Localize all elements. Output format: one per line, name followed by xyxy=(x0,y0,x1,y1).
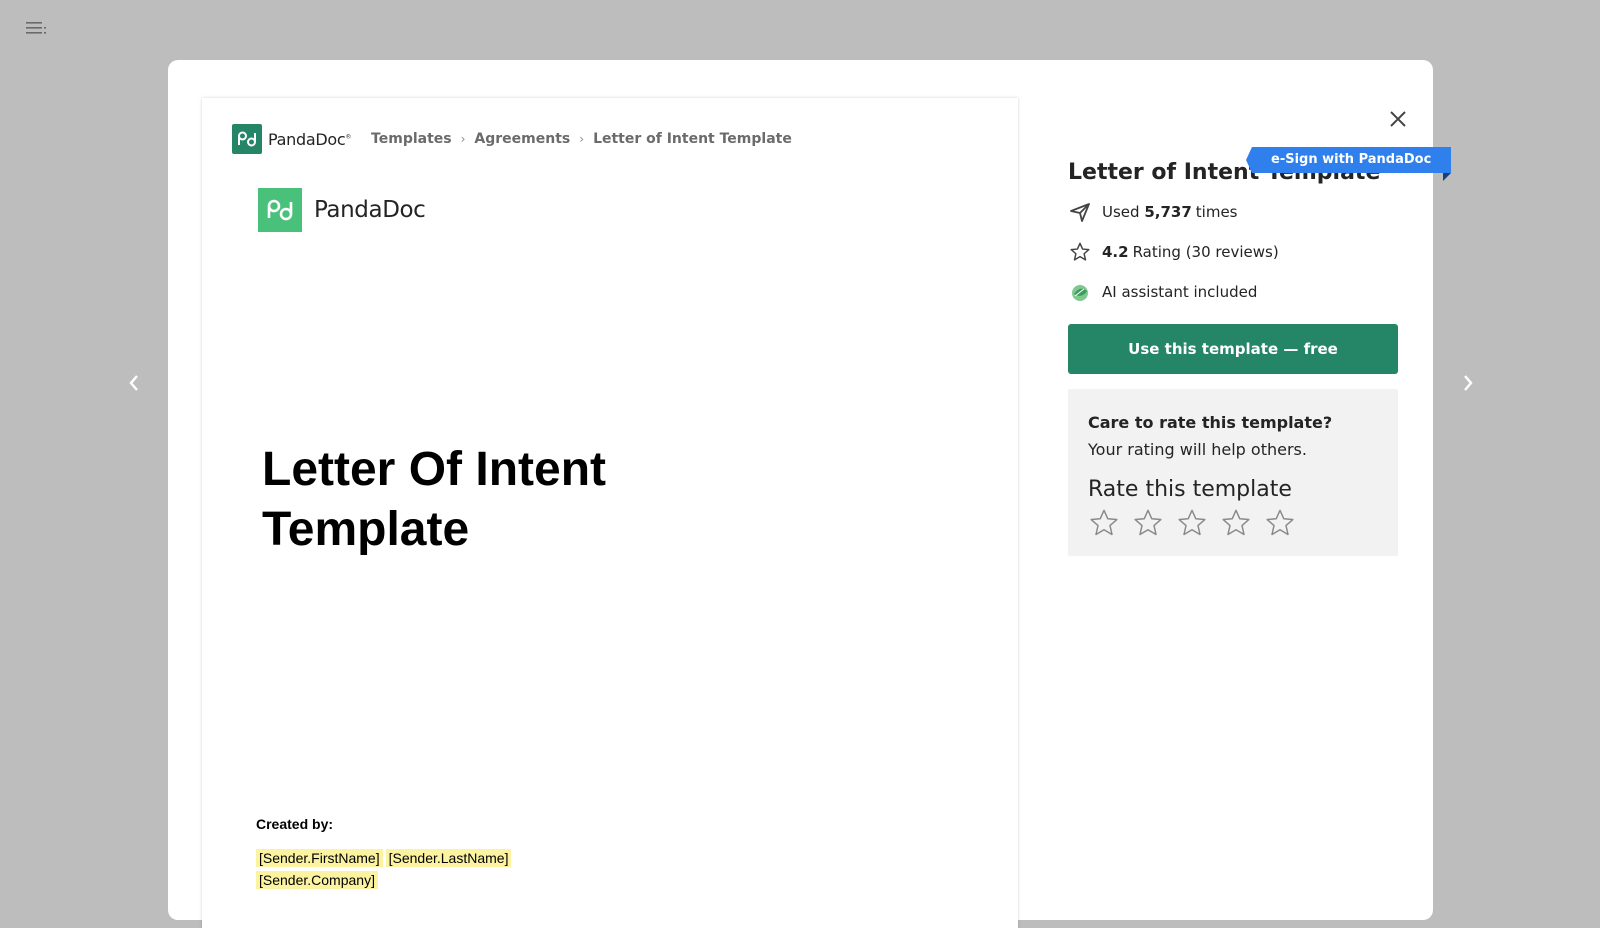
previous-template-button[interactable] xyxy=(124,372,144,394)
token-last-name: [Sender.LastName] xyxy=(385,849,512,867)
rating-stat: 4.2 Rating (30 reviews) xyxy=(1068,240,1279,264)
rating-stars xyxy=(1088,507,1308,539)
pandadoc-logo-icon xyxy=(258,188,302,232)
document-logo-text: PandaDoc xyxy=(314,197,426,223)
template-preview-modal: PandaDoc Letter Of Intent Template Creat… xyxy=(168,60,1452,928)
template-details-panel: Letter of Intent Template e-Sign with Pa… xyxy=(1068,60,1452,920)
document-logo: PandaDoc xyxy=(258,188,426,232)
modal-header: PandaDoc® Templates › Agreements › Lette… xyxy=(232,124,792,154)
token-company: [Sender.Company] xyxy=(256,871,378,889)
send-icon xyxy=(1068,200,1092,224)
used-count: 5,737 xyxy=(1144,203,1192,221)
next-template-button[interactable] xyxy=(1458,372,1478,394)
use-template-button[interactable]: Use this template — free xyxy=(1068,324,1398,374)
breadcrumb: Templates › Agreements › Letter of Inten… xyxy=(371,131,792,147)
rate-help-text: Your rating will help others. xyxy=(1088,440,1307,459)
rate-question: Care to rate this template? xyxy=(1088,413,1333,432)
chevron-right-icon: › xyxy=(460,132,466,146)
breadcrumb-templates[interactable]: Templates xyxy=(371,131,452,147)
usage-stat: Used 5,737 times xyxy=(1068,200,1238,224)
chevron-right-icon xyxy=(1464,375,1473,391)
rating-value: 4.2 xyxy=(1102,243,1129,261)
chevron-right-icon: › xyxy=(579,132,585,146)
created-by-label: Created by: xyxy=(256,816,334,832)
rating-box: Care to rate this template? Your rating … xyxy=(1068,389,1398,556)
document-title-line1: Letter Of Intent xyxy=(262,443,606,496)
document-title-line2: Template xyxy=(262,503,470,556)
rate-label: Rate this template xyxy=(1088,477,1292,502)
star-outline-icon[interactable] xyxy=(1088,507,1120,539)
document-title: Letter Of Intent Template xyxy=(262,440,782,560)
ai-leaf-icon xyxy=(1068,280,1092,304)
menu-icon[interactable] xyxy=(24,18,48,38)
token-first-name: [Sender.FirstName] xyxy=(256,849,383,867)
star-outline-icon[interactable] xyxy=(1264,507,1296,539)
breadcrumb-agreements[interactable]: Agreements xyxy=(474,131,570,147)
esign-badge[interactable]: e-Sign with PandaDoc xyxy=(1245,147,1452,181)
star-outline-icon[interactable] xyxy=(1176,507,1208,539)
pandadoc-logo[interactable]: PandaDoc® xyxy=(232,124,351,154)
star-outline-icon[interactable] xyxy=(1220,507,1252,539)
star-outline-icon[interactable] xyxy=(1132,507,1164,539)
pandadoc-logo-icon xyxy=(232,124,262,154)
breadcrumb-current: Letter of Intent Template xyxy=(593,131,792,147)
logo-text: PandaDoc® xyxy=(268,129,352,149)
star-outline-icon xyxy=(1068,240,1092,264)
document-preview: PandaDoc Letter Of Intent Template Creat… xyxy=(202,98,1018,928)
sender-tokens: [Sender.FirstName] [Sender.LastName] [Sen… xyxy=(256,848,514,892)
ai-stat: AI assistant included xyxy=(1068,280,1257,304)
chevron-left-icon xyxy=(129,375,138,391)
